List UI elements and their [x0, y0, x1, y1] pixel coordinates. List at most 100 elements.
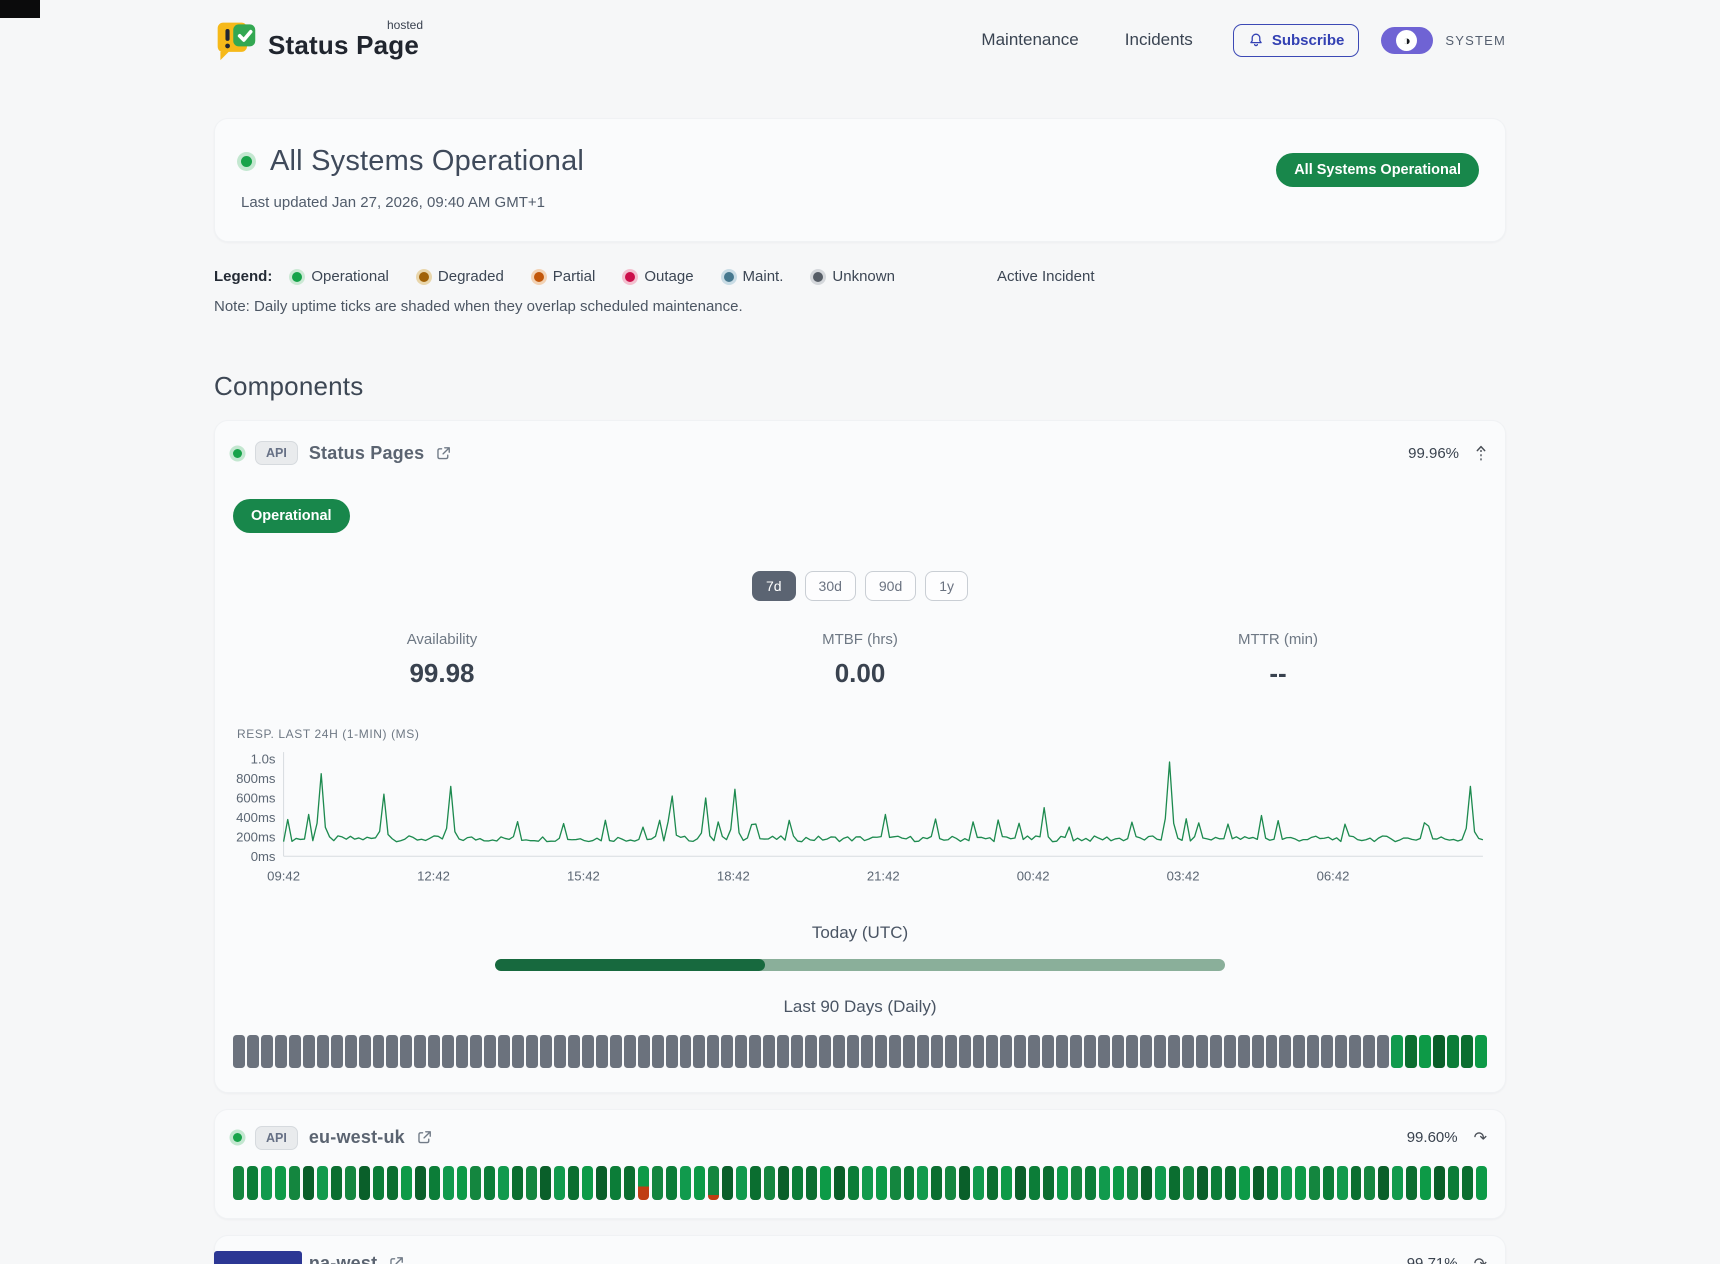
external-link-icon[interactable]	[435, 445, 452, 462]
uptime-tick[interactable]	[1364, 1166, 1375, 1200]
uptime-tick[interactable]	[1098, 1035, 1110, 1068]
uptime-tick[interactable]	[554, 1035, 566, 1068]
uptime-tick[interactable]	[986, 1035, 998, 1068]
uptime-tick[interactable]	[373, 1166, 384, 1200]
uptime-tick[interactable]	[1238, 1035, 1250, 1068]
uptime-tick[interactable]	[359, 1166, 370, 1200]
uptime-tick[interactable]	[1349, 1035, 1361, 1068]
uptime-tick[interactable]	[568, 1035, 580, 1068]
uptime-tick[interactable]	[806, 1166, 817, 1200]
uptime-tick[interactable]	[666, 1166, 677, 1200]
uptime-tick[interactable]	[931, 1166, 942, 1200]
uptime-tick[interactable]	[1267, 1166, 1278, 1200]
uptime-tick[interactable]	[1476, 1166, 1487, 1200]
uptime-tick[interactable]	[540, 1166, 551, 1200]
uptime-tick[interactable]	[680, 1166, 691, 1200]
uptime-tick[interactable]	[1225, 1166, 1236, 1200]
uptime-tick[interactable]	[275, 1035, 287, 1068]
uptime-tick[interactable]	[233, 1035, 245, 1068]
uptime-tick[interactable]	[1461, 1035, 1473, 1068]
uptime-tick[interactable]	[1001, 1166, 1012, 1200]
uptime-tick[interactable]	[973, 1035, 985, 1068]
uptime-tick[interactable]	[1000, 1035, 1012, 1068]
uptime-tick[interactable]	[890, 1166, 901, 1200]
uptime-tick[interactable]	[652, 1166, 663, 1200]
uptime-tick[interactable]	[1169, 1166, 1180, 1200]
uptime-tick[interactable]	[778, 1166, 789, 1200]
uptime-tick[interactable]	[931, 1035, 943, 1068]
uptime-tick[interactable]	[1071, 1166, 1082, 1200]
uptime-tick[interactable]	[1126, 1035, 1138, 1068]
uptime-tick[interactable]	[457, 1166, 468, 1200]
range-button-7d[interactable]: 7d	[752, 571, 796, 601]
nav-item-incidents[interactable]: Incidents	[1125, 30, 1193, 50]
uptime-tick[interactable]	[1419, 1035, 1431, 1068]
response-time-chart[interactable]: 1.0s800ms600ms400ms200ms0ms09:4212:4215:…	[233, 745, 1487, 897]
uptime-tick[interactable]	[1321, 1035, 1333, 1068]
uptime-tick[interactable]	[1211, 1166, 1222, 1200]
uptime-tick[interactable]	[903, 1035, 915, 1068]
uptime-tick[interactable]	[834, 1166, 845, 1200]
uptime-tick[interactable]	[289, 1035, 301, 1068]
uptime-tick[interactable]	[1057, 1166, 1068, 1200]
subscribe-button[interactable]: Subscribe	[1233, 24, 1360, 57]
uptime-tick[interactable]	[1056, 1035, 1068, 1068]
uptime-tick[interactable]	[1028, 1035, 1040, 1068]
uptime-tick[interactable]	[848, 1166, 859, 1200]
uptime-tick[interactable]	[945, 1166, 956, 1200]
uptime-tick[interactable]	[512, 1166, 523, 1200]
uptime-tick[interactable]	[1392, 1166, 1403, 1200]
uptime-tick[interactable]	[1127, 1166, 1138, 1200]
uptime-tick[interactable]	[624, 1035, 636, 1068]
uptime-tick[interactable]	[498, 1035, 510, 1068]
uptime-tick[interactable]	[1447, 1035, 1459, 1068]
uptime-tick[interactable]	[275, 1166, 286, 1200]
external-link-icon[interactable]	[416, 1129, 433, 1146]
uptime-tick[interactable]	[693, 1035, 705, 1068]
uptime-tick[interactable]	[917, 1035, 929, 1068]
uptime-tick[interactable]	[1433, 1035, 1445, 1068]
uptime-tick[interactable]	[847, 1035, 859, 1068]
uptime-tick[interactable]	[764, 1166, 775, 1200]
uptime-tick[interactable]	[386, 1035, 398, 1068]
uptime-tick[interactable]	[1307, 1035, 1319, 1068]
uptime-tick[interactable]	[1084, 1035, 1096, 1068]
uptime-tick[interactable]	[736, 1166, 747, 1200]
uptime-tick[interactable]	[1266, 1035, 1278, 1068]
uptime-tick[interactable]	[721, 1035, 733, 1068]
uptime-tick[interactable]	[401, 1166, 412, 1200]
uptime-tick[interactable]	[498, 1166, 509, 1200]
uptime-tick[interactable]	[708, 1166, 719, 1200]
uptime-tick[interactable]	[1335, 1035, 1347, 1068]
range-button-90d[interactable]: 90d	[865, 571, 916, 601]
uptime-tick[interactable]	[415, 1166, 426, 1200]
uptime-tick[interactable]	[1363, 1035, 1375, 1068]
uptime-tick[interactable]	[735, 1035, 747, 1068]
uptime-tick[interactable]	[945, 1035, 957, 1068]
uptime-tick[interactable]	[470, 1166, 481, 1200]
uptime-tick[interactable]	[805, 1035, 817, 1068]
uptime-tick[interactable]	[331, 1166, 342, 1200]
uptime-tick[interactable]	[680, 1035, 692, 1068]
uptime-tick[interactable]	[624, 1166, 635, 1200]
uptime-tick[interactable]	[303, 1035, 315, 1068]
uptime-tick[interactable]	[1070, 1035, 1082, 1068]
uptime-tick[interactable]	[1197, 1166, 1208, 1200]
uptime-tick[interactable]	[1377, 1035, 1389, 1068]
uptime-tick[interactable]	[568, 1166, 579, 1200]
uptime-tick[interactable]	[526, 1035, 538, 1068]
uptime-tick[interactable]	[289, 1166, 300, 1200]
uptime-tick[interactable]	[303, 1166, 314, 1200]
uptime-tick[interactable]	[1182, 1035, 1194, 1068]
uptime-tick[interactable]	[750, 1166, 761, 1200]
uptime-tick[interactable]	[1224, 1035, 1236, 1068]
uptime-tick[interactable]	[1406, 1166, 1417, 1200]
uptime-tick[interactable]	[554, 1166, 565, 1200]
uptime-tick[interactable]	[247, 1035, 259, 1068]
uptime-tick[interactable]	[959, 1166, 970, 1200]
uptime-tick[interactable]	[1309, 1166, 1320, 1200]
uptime-tick[interactable]	[345, 1166, 356, 1200]
uptime-tick[interactable]	[442, 1035, 454, 1068]
uptime-tick[interactable]	[261, 1035, 273, 1068]
uptime-tick[interactable]	[763, 1035, 775, 1068]
